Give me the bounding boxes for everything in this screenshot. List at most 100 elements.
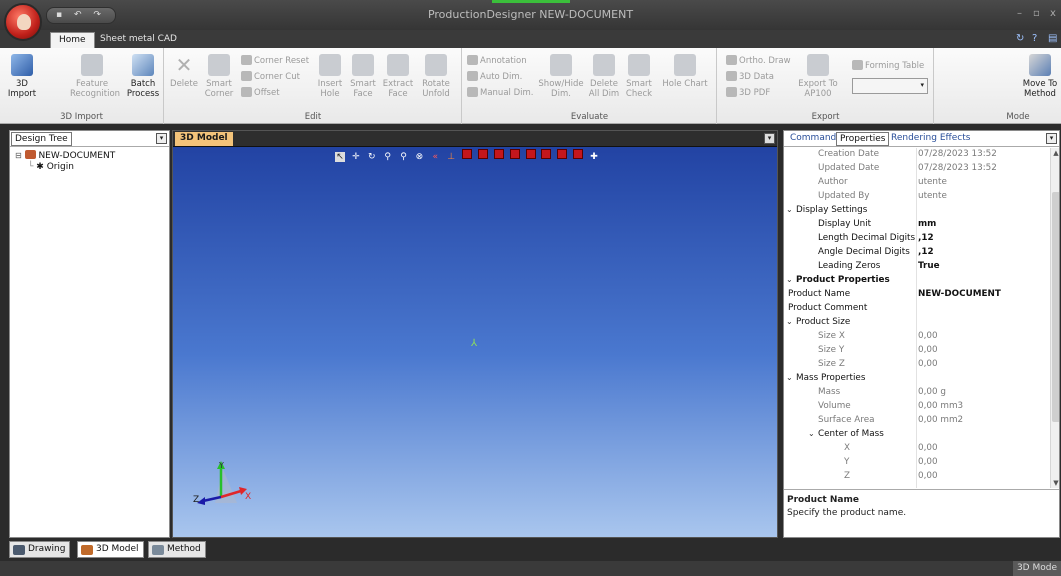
hole-chart-button[interactable]: Hole Chart bbox=[659, 54, 711, 89]
property-row[interactable]: ⌄ Display Settings bbox=[784, 204, 1050, 218]
view-left-icon[interactable] bbox=[493, 149, 504, 159]
insert-hole-button[interactable]: Insert Hole bbox=[315, 54, 345, 99]
property-value[interactable]: 0,00 bbox=[918, 471, 938, 481]
tab-command[interactable]: Command bbox=[787, 132, 839, 146]
3d-import-button[interactable]: 3D Import bbox=[4, 54, 40, 99]
property-row[interactable]: Surface Area 0,00 mm2 bbox=[784, 414, 1050, 428]
property-row[interactable]: Updated Date 07/28/2023 13:52 bbox=[784, 162, 1050, 176]
property-row[interactable]: Product Comment bbox=[784, 302, 1050, 316]
delete-button[interactable]: ✕ Delete bbox=[169, 54, 199, 89]
annotation-button[interactable]: Annotation bbox=[467, 55, 527, 66]
collapse-icon[interactable]: ⊟ bbox=[15, 151, 22, 160]
property-value[interactable]: 0,00 bbox=[918, 457, 938, 467]
property-row[interactable]: Y 0,00 bbox=[784, 456, 1050, 470]
property-row[interactable]: Angle Decimal Digits ,12 bbox=[784, 246, 1050, 260]
property-value[interactable]: 0,00 bbox=[918, 345, 938, 355]
panel-menu-icon[interactable]: ▾ bbox=[156, 133, 167, 144]
property-value[interactable]: 07/28/2023 13:52 bbox=[918, 149, 997, 159]
refresh-icon[interactable]: ↻ bbox=[1016, 33, 1024, 44]
shaded-view-icon[interactable] bbox=[573, 149, 584, 159]
property-value[interactable]: 0,00 mm2 bbox=[918, 415, 963, 425]
viewport-menu-icon[interactable]: ▾ bbox=[764, 133, 775, 144]
export-to-ap100-button[interactable]: Export To AP100 bbox=[798, 54, 838, 99]
smart-check-button[interactable]: Smart Check bbox=[623, 54, 655, 99]
view-top-icon[interactable] bbox=[525, 149, 536, 159]
property-value[interactable]: ,12 bbox=[918, 247, 934, 257]
property-value[interactable]: 0,00 bbox=[918, 359, 938, 369]
tab-home[interactable]: Home bbox=[50, 32, 95, 48]
property-row[interactable]: Mass 0,00 g bbox=[784, 386, 1050, 400]
property-row[interactable]: Volume 0,00 mm3 bbox=[784, 400, 1050, 414]
smart-corner-button[interactable]: Smart Corner bbox=[203, 54, 235, 99]
forming-table-combo[interactable]: ▾ bbox=[852, 78, 928, 94]
property-row[interactable]: Product Name NEW-DOCUMENT bbox=[784, 288, 1050, 302]
tab-sheet-metal-cad[interactable]: Sheet metal CAD bbox=[92, 32, 185, 48]
forming-table-button[interactable]: Forming Table bbox=[852, 60, 924, 71]
property-value[interactable]: 0,00 mm3 bbox=[918, 401, 963, 411]
property-row[interactable]: Display Unit mm bbox=[784, 218, 1050, 232]
tab-design-tree[interactable]: Design Tree bbox=[11, 132, 72, 146]
expand-chevron-icon[interactable]: ⌄ bbox=[786, 275, 793, 284]
add-view-icon[interactable]: ✚ bbox=[589, 152, 599, 162]
rotate-unfold-button[interactable]: Rotate Unfold bbox=[419, 54, 453, 99]
property-row[interactable]: Z 0,00 bbox=[784, 470, 1050, 484]
view-front-icon[interactable] bbox=[462, 149, 472, 159]
property-value[interactable]: ,12 bbox=[918, 233, 934, 243]
zoom-previous-icon[interactable]: « bbox=[430, 152, 440, 162]
tab-method[interactable]: Method bbox=[148, 541, 206, 558]
property-value[interactable]: 07/28/2023 13:52 bbox=[918, 163, 997, 173]
property-row[interactable]: Size Y 0,00 bbox=[784, 344, 1050, 358]
axis-view-icon[interactable]: ⊥ bbox=[446, 152, 456, 162]
delete-all-dim-button[interactable]: Delete All Dim bbox=[587, 54, 621, 99]
rotate-icon[interactable]: ↻ bbox=[367, 152, 377, 162]
3d-pdf-button[interactable]: 3D PDF bbox=[726, 87, 770, 98]
properties-menu-icon[interactable]: ▾ bbox=[1046, 133, 1057, 144]
zoom-icon[interactable]: ⚲ bbox=[383, 152, 393, 162]
tab-properties[interactable]: Properties bbox=[836, 132, 890, 146]
3d-data-button[interactable]: 3D Data bbox=[726, 71, 774, 82]
tab-rendering-effects[interactable]: Rendering Effects bbox=[888, 132, 973, 146]
help-icon[interactable]: ? bbox=[1032, 33, 1037, 44]
batch-process-button[interactable]: Batch Process bbox=[124, 54, 162, 99]
tab-3d-model-view[interactable]: 3D Model bbox=[175, 132, 233, 146]
3d-viewport-panel[interactable]: 3D Model ▾ ↖ ✛ ↻ ⚲ ⚲ ⊗ « ⊥ ✚ ⅄ Y X Z bbox=[172, 130, 778, 538]
property-row[interactable]: ⌄ Center of Mass bbox=[784, 428, 1050, 442]
pointer-icon[interactable]: ↖ bbox=[335, 152, 345, 162]
tab-drawing[interactable]: Drawing bbox=[9, 541, 71, 558]
tab-3d-model[interactable]: 3D Model bbox=[77, 541, 144, 558]
corner-reset-button[interactable]: Corner Reset bbox=[241, 55, 309, 66]
view-back-icon[interactable] bbox=[477, 149, 488, 159]
pan-icon[interactable]: ✛ bbox=[351, 152, 361, 162]
show-hide-dim-button[interactable]: Show/Hide Dim. bbox=[537, 54, 585, 99]
property-value[interactable]: 0,00 g bbox=[918, 387, 946, 397]
view-right-icon[interactable] bbox=[509, 149, 520, 159]
property-row[interactable]: Size X 0,00 bbox=[784, 330, 1050, 344]
smart-face-button[interactable]: Smart Face bbox=[349, 54, 377, 99]
tree-item-document[interactable]: ⊟ NEW-DOCUMENT bbox=[15, 150, 115, 161]
tree-item-origin[interactable]: └ ✱ Origin bbox=[28, 162, 74, 172]
scrollbar-thumb[interactable] bbox=[1052, 192, 1059, 422]
property-row[interactable]: Size Z 0,00 bbox=[784, 358, 1050, 372]
app-menu-button[interactable] bbox=[4, 3, 42, 41]
feature-recognition-button[interactable]: Feature Recognition bbox=[70, 54, 120, 99]
property-value[interactable]: utente bbox=[918, 191, 947, 201]
property-value[interactable]: NEW-DOCUMENT bbox=[918, 289, 1001, 299]
property-row[interactable]: X 0,00 bbox=[784, 442, 1050, 456]
property-row[interactable]: ⌄ Mass Properties bbox=[784, 372, 1050, 386]
close-icon[interactable]: x bbox=[1050, 8, 1056, 19]
expand-chevron-icon[interactable]: ⌄ bbox=[786, 317, 793, 326]
view-bottom-icon[interactable] bbox=[541, 149, 552, 159]
scroll-up-icon[interactable]: ▲ bbox=[1051, 149, 1059, 157]
view-iso-icon[interactable] bbox=[557, 149, 568, 159]
property-row[interactable]: Updated By utente bbox=[784, 190, 1050, 204]
extract-face-button[interactable]: Extract Face bbox=[381, 54, 415, 99]
expand-chevron-icon[interactable]: ⌄ bbox=[786, 205, 793, 214]
property-value[interactable]: utente bbox=[918, 177, 947, 187]
offset-button[interactable]: Offset bbox=[241, 87, 280, 98]
maximize-icon[interactable]: ▫ bbox=[1033, 8, 1040, 19]
corner-cut-button[interactable]: Corner Cut bbox=[241, 71, 300, 82]
property-row[interactable]: Leading Zeros True bbox=[784, 260, 1050, 274]
property-value[interactable]: True bbox=[918, 261, 940, 271]
property-row[interactable]: Creation Date 07/28/2023 13:52 bbox=[784, 148, 1050, 162]
property-row[interactable]: ⌄ Product Properties bbox=[784, 274, 1050, 288]
